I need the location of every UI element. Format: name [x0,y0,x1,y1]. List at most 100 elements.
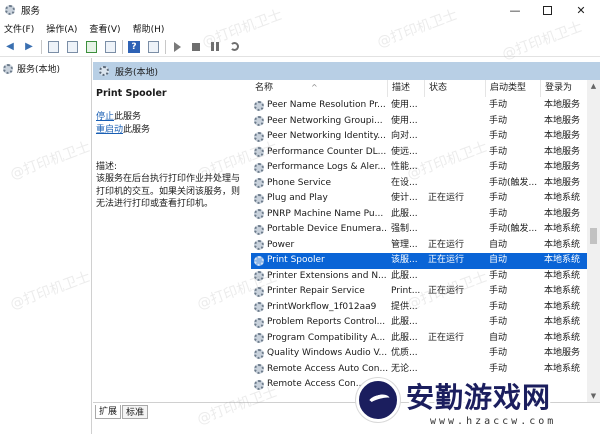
service-startup-type: 手动(触发... [489,224,538,234]
service-name: PNRP Machine Name Pu... [267,208,384,219]
column-header-name[interactable]: 名称 ^ [251,80,388,97]
column-header-label: 名称 [255,83,274,93]
menu-view[interactable]: 查看(V) [89,22,120,35]
maximize-icon [542,5,552,15]
table-row[interactable]: Peer Networking Identity... 向对... 手动 本地服务 [251,129,587,145]
restart-icon[interactable] [227,40,241,54]
service-description: 使用... [391,115,418,126]
console-tree-icon[interactable] [46,40,60,54]
table-row[interactable]: Quality Windows Audio V... 优质... 手动 本地服务 [251,346,587,362]
service-name: Power [267,239,295,250]
table-row[interactable]: Program Compatibility A... 此服... 正在运行 自动 本地系… [251,331,587,347]
table-row[interactable]: Print Spooler 该服... 正在运行 自动 本地系统 [251,253,587,269]
service-status: 正在运行 [428,239,465,250]
vertical-scrollbar[interactable]: ▲ ▼ [587,80,600,402]
table-row[interactable]: Power 管理... 正在运行 自动 本地系统 [251,238,587,254]
service-logon-as: 本地系统 [544,301,581,312]
gear-icon [254,224,264,235]
gear-icon [254,255,264,266]
maximize-button[interactable] [532,0,562,20]
service-description: 该服... [391,255,418,265]
stop-service-row: 停止此服务 [96,111,245,124]
gear-icon [254,178,264,189]
service-name-cell: Program Compatibility A... [254,331,388,347]
console-tree: 服务(本地) [0,58,92,434]
service-name: Remote Access Con... [267,379,365,389]
table-row[interactable]: Printer Extensions and N... 此服... 手动 本地系统 [251,269,587,285]
refresh-icon[interactable] [84,40,98,54]
table-row[interactable]: Peer Name Resolution Pr... 使用... 手动 本地服务 [251,98,587,114]
table-row[interactable]: Remote Access Auto Con... 无论... 手动 本地系统 [251,362,587,378]
minimize-button[interactable]: — [500,0,530,20]
toolbar: ◀ ▶ ? [0,37,600,57]
service-logon-as: 本地系统 [544,239,581,250]
menu-file[interactable]: 文件(F) [4,22,34,35]
show-hide-pane-icon[interactable] [146,40,160,54]
gear-icon [254,348,264,359]
service-name: Print Spooler [267,255,325,265]
column-header-status[interactable]: 状态 [425,80,486,97]
description-text: 该服务在后台执行打印作业并处理与打印机的交互。如果关闭该服务，则无法进行打印或查… [96,174,241,209]
service-title: Print Spooler [96,88,167,99]
view-tab-strip: 扩展 标准 [93,402,600,434]
column-header-description[interactable]: 描述 [388,80,425,97]
scroll-thumb[interactable] [590,228,597,244]
play-icon[interactable] [170,40,184,54]
scroll-down-icon[interactable]: ▼ [587,390,600,402]
service-logon-as: 本地服务 [544,115,581,126]
restart-service-row: 重启动此服务 [96,124,245,137]
menu-help[interactable]: 帮助(H) [133,22,165,35]
service-startup-type: 手动 [489,100,508,110]
stop-icon[interactable] [189,40,203,54]
table-row[interactable]: Performance Counter DL... 使远... 手动 本地服务 [251,145,587,161]
back-arrow-icon[interactable]: ◀ [3,40,17,54]
service-startup-type: 手动(触发... [489,177,538,188]
column-header-startup-type[interactable]: 启动类型 [486,80,541,97]
table-row[interactable]: Remote Access Con... [251,377,587,393]
service-description: 无论... [391,363,418,374]
window-title: 服务 [21,6,41,17]
stop-service-link[interactable]: 停止 [96,112,114,122]
service-name: Quality Windows Audio V... [267,348,388,358]
service-description: 此服... [391,317,418,327]
service-description: 使用... [391,100,418,110]
service-name: Peer Name Resolution Pr... [267,100,386,110]
restart-service-link[interactable]: 重启动 [96,125,123,135]
help-icon[interactable]: ? [127,40,141,54]
table-row[interactable]: Peer Networking Groupi... 使用... 手动 本地服务 [251,114,587,130]
service-startup-type: 手动 [489,348,508,358]
gear-icon [254,240,264,251]
service-logon-as: 本地系统 [544,270,581,281]
tab-extended[interactable]: 扩展 [95,405,122,419]
table-row[interactable]: Phone Service 在设... 手动(触发... 本地服务 [251,176,587,192]
table-row[interactable]: Problem Reports Control... 此服... 手动 本地系统 [251,315,587,331]
scroll-up-icon[interactable]: ▲ [587,80,600,92]
service-name-cell: Peer Name Resolution Pr... [254,98,388,114]
table-row[interactable]: Portable Device Enumera... 强制... 手动(触发... 本… [251,222,587,238]
services-table: 名称 ^ 描述 状态 启动类型 登录为 Peer Name Resolution… [251,80,587,402]
service-name: Program Compatibility A... [267,332,386,343]
forward-arrow-icon[interactable]: ▶ [22,40,36,54]
close-button[interactable]: ✕ [566,0,596,20]
service-description: 此服... [391,332,418,343]
gear-icon [254,271,264,282]
tab-standard[interactable]: 标准 [122,405,149,419]
properties-icon[interactable] [65,40,79,54]
table-row[interactable]: PrintWorkflow_1f012aa9 提供... 手动 本地系统 [251,300,587,316]
table-row[interactable]: Plug and Play 使计... 正在运行 手动 本地系统 [251,191,587,207]
service-logon-as: 本地系统 [544,286,581,296]
pause-icon[interactable] [208,40,222,54]
table-row[interactable]: Printer Repair Service Print... 正在运行 手动 本地系统 [251,284,587,300]
gear-icon [254,379,264,390]
service-name-cell: Remote Access Auto Con... [254,362,388,378]
service-name: Plug and Play [267,193,328,203]
gear-icon [254,286,264,297]
tree-item-services-local[interactable]: 服务(本地) [0,58,91,75]
export-list-icon[interactable] [103,40,117,54]
table-row[interactable]: Performance Logs & Aler... 性能... 手动 本地服务 [251,160,587,176]
menu-action[interactable]: 操作(A) [46,22,77,35]
service-status: 正在运行 [428,286,465,296]
column-header-logon-as[interactable]: 登录为 [541,80,587,97]
service-logon-as: 本地系统 [544,317,581,327]
table-row[interactable]: PNRP Machine Name Pu... 此服... 手动 本地服务 [251,207,587,223]
